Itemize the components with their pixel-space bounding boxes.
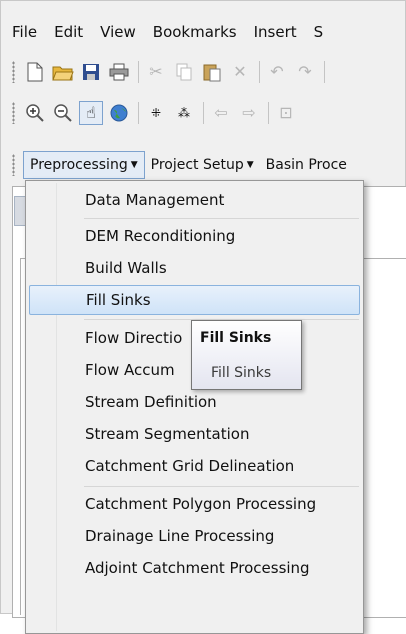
menu-item-catchment-grid-delineation[interactable]: Catchment Grid Delineation xyxy=(29,451,360,481)
toolbar-grip[interactable] xyxy=(12,102,15,124)
tools-toolbar: ☝ ⁜ ⁂ ⇦ ⇨ ⊡ xyxy=(12,98,406,128)
save-icon[interactable] xyxy=(79,60,103,84)
toolbar-separator xyxy=(203,102,204,124)
basin-processing-menu-button[interactable]: Basin Proce xyxy=(260,151,353,179)
menu-bar: File Edit View Bookmarks Insert S xyxy=(12,16,406,48)
copy-icon[interactable] xyxy=(172,60,196,84)
menu-item-label: Stream Definition xyxy=(85,393,217,411)
menu-item-drainage-line-processing[interactable]: Drainage Line Processing xyxy=(29,521,360,551)
menu-item-label: Build Walls xyxy=(85,259,167,277)
toolbar-separator xyxy=(324,61,325,83)
toolbar-separator xyxy=(138,102,139,124)
delete-icon[interactable]: ✕ xyxy=(228,60,252,84)
tooltip-title: Fill Sinks xyxy=(200,330,272,346)
menu-bookmarks[interactable]: Bookmarks xyxy=(153,23,237,41)
print-icon[interactable] xyxy=(107,60,131,84)
menu-item-data-management[interactable]: Data Management xyxy=(29,185,360,215)
standard-toolbar: ✂ ✕ ↶ ↷ xyxy=(12,57,406,87)
menu-file[interactable]: File xyxy=(12,23,37,41)
pan-hand-icon[interactable]: ☝ xyxy=(79,101,103,125)
undo-icon[interactable]: ↶ xyxy=(265,60,289,84)
menu-item-label: Adjoint Catchment Processing xyxy=(85,559,310,577)
toolbar-separator xyxy=(259,61,260,83)
app-window: File Edit View Bookmarks Insert S ✂ ✕ ↶ xyxy=(0,0,406,634)
back-arrow-icon[interactable]: ⇦ xyxy=(209,101,233,125)
project-setup-menu-button[interactable]: Project Setup ▼ xyxy=(145,151,260,179)
basin-processing-label: Basin Proce xyxy=(265,157,347,173)
menu-item-catchment-polygon-processing[interactable]: Catchment Polygon Processing xyxy=(29,489,360,519)
menu-item-label: DEM Reconditioning xyxy=(85,227,236,245)
menu-s-truncated[interactable]: S xyxy=(314,23,324,41)
fixed-zoom-out-icon[interactable]: ⁂ xyxy=(172,101,196,125)
dropdown-caret-icon: ▼ xyxy=(246,160,254,170)
preprocessing-dropdown-menu: Data Management DEM Reconditioning Build… xyxy=(25,180,364,634)
toolbar-separator xyxy=(138,61,139,83)
paste-icon[interactable] xyxy=(200,60,224,84)
menu-item-stream-definition[interactable]: Stream Definition xyxy=(29,387,360,417)
menu-item-label: Stream Segmentation xyxy=(85,425,250,443)
menu-edit[interactable]: Edit xyxy=(54,23,83,41)
toolbar-separator xyxy=(268,102,269,124)
menu-item-label: Data Management xyxy=(85,191,225,209)
menu-separator xyxy=(84,218,359,219)
toolbar-grip[interactable] xyxy=(12,61,15,83)
menu-item-label: Flow Accum xyxy=(85,361,175,379)
menu-view[interactable]: View xyxy=(100,23,136,41)
fixed-zoom-in-icon[interactable]: ⁜ xyxy=(144,101,168,125)
tooltip-body: Fill Sinks xyxy=(211,365,272,381)
menu-separator xyxy=(84,486,359,487)
menu-item-label: Drainage Line Processing xyxy=(85,527,275,545)
open-folder-icon[interactable] xyxy=(51,60,75,84)
menu-item-label: Fill Sinks xyxy=(86,291,151,309)
menu-item-adjoint-catchment-processing[interactable]: Adjoint Catchment Processing xyxy=(29,553,360,583)
zoom-in-icon[interactable] xyxy=(23,101,47,125)
arc-hydro-toolbar: Preprocessing ▼ Project Setup ▼ Basin Pr… xyxy=(12,148,406,182)
cut-icon[interactable]: ✂ xyxy=(144,60,168,84)
preprocessing-menu-button[interactable]: Preprocessing ▼ xyxy=(23,151,145,179)
menu-item-label: Catchment Polygon Processing xyxy=(85,495,317,513)
menu-insert[interactable]: Insert xyxy=(254,23,297,41)
dropdown-caret-icon: ▼ xyxy=(130,160,138,170)
menu-item-dem-reconditioning[interactable]: DEM Reconditioning xyxy=(29,221,360,251)
menu-item-label: Flow Directio xyxy=(85,329,183,347)
menu-item-fill-sinks[interactable]: Fill Sinks xyxy=(29,285,360,315)
redo-icon[interactable]: ↷ xyxy=(293,60,317,84)
forward-arrow-icon[interactable]: ⇨ xyxy=(237,101,261,125)
menu-item-label: Catchment Grid Delineation xyxy=(85,457,295,475)
menu-item-build-walls[interactable]: Build Walls xyxy=(29,253,360,283)
new-document-icon[interactable] xyxy=(23,60,47,84)
toolbar-grip[interactable] xyxy=(12,154,15,176)
menu-item-stream-segmentation[interactable]: Stream Segmentation xyxy=(29,419,360,449)
fill-sinks-tooltip: Fill Sinks Fill Sinks xyxy=(191,320,302,390)
globe-icon[interactable] xyxy=(107,101,131,125)
zoom-out-icon[interactable] xyxy=(51,101,75,125)
preprocessing-label: Preprocessing xyxy=(30,157,128,173)
project-setup-label: Project Setup xyxy=(150,157,244,173)
select-features-icon[interactable]: ⊡ xyxy=(274,101,298,125)
